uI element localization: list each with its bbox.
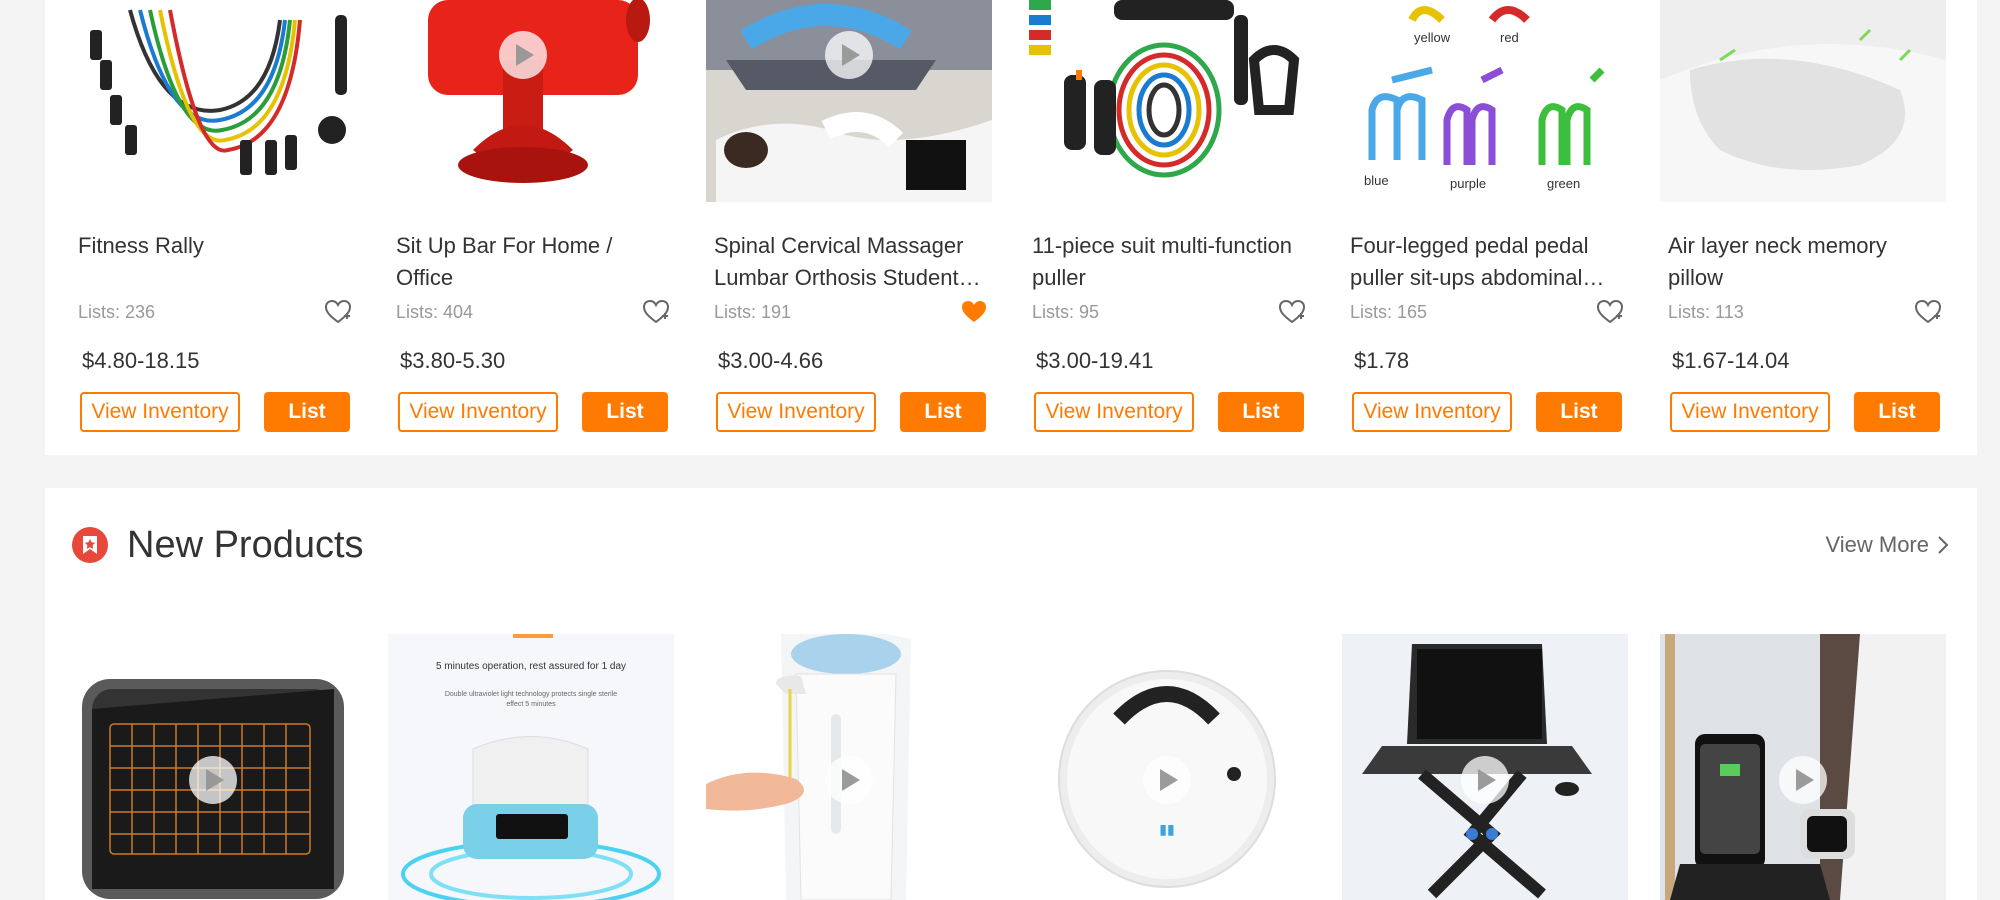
product-title[interactable]: Sit Up Bar For Home / Office — [396, 230, 674, 294]
product-title[interactable]: Four-legged pedal pedal puller sit-ups a… — [1350, 230, 1628, 294]
view-inventory-button[interactable]: View Inventory — [716, 392, 876, 432]
uv-box-headline: 5 minutes operation, rest assured for 1 … — [436, 661, 626, 672]
product-price: $3.80-5.30 — [400, 348, 506, 373]
list-button[interactable]: List — [1218, 392, 1304, 432]
robot-vacuum-image[interactable]: ▮▮ — [1024, 634, 1310, 900]
product-title[interactable]: Fitness Rally — [78, 230, 356, 262]
view-more-label[interactable]: View More — [1825, 532, 1929, 558]
uv-box-subtext-2: effect 5 minutes — [506, 701, 556, 708]
product-price: $4.80-18.15 — [82, 348, 200, 373]
new-product-card[interactable] — [1342, 634, 1628, 900]
product-price: $3.00-4.66 — [718, 348, 824, 373]
section-title: New Products — [127, 523, 364, 566]
resistance-bands-image[interactable] — [70, 0, 356, 202]
memory-pillow-image[interactable] — [1660, 0, 1946, 202]
lists-count: Lists: 165 — [1350, 302, 1428, 322]
product-price: $1.78 — [1354, 348, 1410, 373]
favorite-heart-icon[interactable] — [1596, 298, 1624, 326]
new-product-card[interactable] — [1660, 634, 1946, 900]
new-product-card[interactable]: ▮▮ — [1024, 634, 1310, 900]
color-label-yellow: yellow — [1414, 30, 1451, 45]
svg-text:▮▮: ▮▮ — [1159, 821, 1174, 837]
back-stretcher-image[interactable] — [706, 0, 992, 202]
list-button[interactable]: List — [900, 392, 986, 432]
color-label-purple: purple — [1450, 176, 1486, 191]
resistance-band-set-image[interactable] — [1024, 0, 1310, 202]
view-more-link[interactable]: View More — [1825, 532, 1949, 558]
favorite-heart-icon[interactable] — [324, 298, 352, 326]
list-button[interactable]: List — [1536, 392, 1622, 432]
lists-count: Lists: 113 — [1668, 302, 1744, 322]
product-title[interactable]: Air layer neck memory pillow — [1668, 230, 1946, 294]
list-button[interactable]: List — [582, 392, 668, 432]
color-label-green: green — [1547, 176, 1580, 191]
uv-sterilizer-box-image[interactable]: 5 minutes operation, rest assured for 1 … — [388, 634, 674, 900]
lists-count: Lists: 404 — [396, 302, 474, 322]
new-badge-icon — [72, 527, 108, 563]
view-inventory-button[interactable]: View Inventory — [1670, 392, 1830, 432]
product-price: $1.67-14.04 — [1672, 348, 1790, 373]
favorite-heart-icon[interactable] — [1278, 298, 1306, 326]
chevron-right-icon — [1938, 536, 1949, 554]
wireless-keyboard-image[interactable] — [70, 634, 356, 900]
pedal-puller-image[interactable]: yellow red blue purple green — [1342, 0, 1628, 202]
view-inventory-button[interactable]: View Inventory — [398, 392, 558, 432]
list-button[interactable]: List — [264, 392, 350, 432]
sit-up-bar-image[interactable] — [388, 0, 674, 202]
product-price: $3.00-19.41 — [1036, 348, 1154, 373]
lists-count: Lists: 95 — [1032, 302, 1100, 322]
new-products-section: New Products View More 5 minutes operati… — [45, 488, 1977, 900]
list-button[interactable]: List — [1854, 392, 1940, 432]
color-label-blue: blue — [1364, 173, 1389, 188]
wireless-charging-stand-image[interactable] — [1660, 634, 1946, 900]
view-inventory-button[interactable]: View Inventory — [1352, 392, 1512, 432]
product-title[interactable]: Spinal Cervical Massager Lumbar Orthosis… — [714, 230, 992, 294]
product-list-panel: Fitness Rally Lists: 236 $4.80-18.15 Vie… — [45, 0, 1977, 455]
product-title[interactable]: 11-piece suit multi-function puller — [1032, 230, 1310, 294]
view-inventory-button[interactable]: View Inventory — [1034, 392, 1194, 432]
lists-count: Lists: 191 — [714, 302, 792, 322]
favorite-heart-icon[interactable] — [1914, 298, 1942, 326]
laptop-stand-image[interactable] — [1342, 634, 1628, 900]
new-product-card[interactable] — [706, 634, 992, 900]
lists-count: Lists: 236 — [78, 302, 156, 322]
new-product-card[interactable] — [70, 634, 356, 900]
section-header: New Products — [71, 523, 364, 567]
color-label-red: red — [1500, 30, 1519, 45]
favorite-heart-icon[interactable] — [642, 298, 670, 326]
new-product-card[interactable]: 5 minutes operation, rest assured for 1 … — [388, 634, 674, 900]
soap-dispenser-image[interactable] — [706, 634, 992, 900]
uv-box-subtext-1: Double ultraviolet light technology prot… — [445, 691, 617, 698]
favorite-heart-filled-icon[interactable] — [960, 298, 988, 326]
view-inventory-button[interactable]: View Inventory — [80, 392, 240, 432]
